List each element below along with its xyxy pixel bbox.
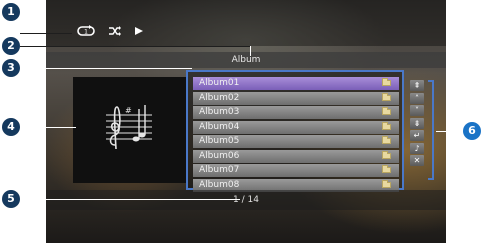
- return-button[interactable]: ↵: [410, 130, 424, 141]
- callout-line-2-drop: [250, 46, 251, 56]
- list-item[interactable]: Album03: [193, 106, 399, 119]
- callout-line-3: [20, 68, 192, 69]
- callout-badge-2: 2: [2, 37, 20, 55]
- page-title: Album: [231, 55, 261, 65]
- list-item[interactable]: Album07: [193, 164, 399, 177]
- album-list: Album01 Album02 Album03 Album04 Album05 …: [193, 77, 399, 193]
- callout-badge-1: 1: [2, 3, 20, 21]
- page-indicator: 1 / 14: [233, 195, 259, 205]
- list-item-label: Album01: [199, 78, 240, 88]
- play-icon: [134, 26, 144, 36]
- folder-icon: [382, 78, 391, 86]
- last-page-button[interactable]: ⇟: [410, 117, 424, 129]
- album-art-panel: #: [73, 77, 186, 183]
- folder-icon: [382, 92, 391, 101]
- callout-badge-5: 5: [2, 190, 20, 208]
- list-item[interactable]: Album01: [193, 77, 399, 90]
- callout-line-1: [20, 33, 72, 34]
- folder-icon: [382, 165, 391, 173]
- list-item-label: Album05: [199, 136, 240, 146]
- first-page-button[interactable]: ⇞: [410, 80, 424, 91]
- close-button[interactable]: ✕: [410, 155, 424, 166]
- callout-line-6: [436, 131, 466, 132]
- list-control-panel: ⇞ ˄ ˅ ⇟ ↵ ♪ ✕: [408, 80, 436, 180]
- callout-line-2: [20, 46, 250, 47]
- playback-status-icons: 1: [76, 24, 144, 38]
- album-list-frame: Album01 Album02 Album03 Album04 Album05 …: [186, 70, 404, 193]
- media-browser-screen: 1 Album # Album01 Album02 Album03 Album0…: [46, 0, 446, 243]
- page-down-button[interactable]: ˅: [410, 105, 424, 116]
- list-item-label: Album03: [199, 107, 240, 117]
- list-item[interactable]: Album06: [193, 149, 399, 163]
- folder-icon: [382, 121, 391, 130]
- top-bar: [46, 0, 446, 46]
- list-item-label: Album06: [199, 150, 240, 161]
- folder-icon: [382, 136, 391, 144]
- list-item-label: Album04: [199, 121, 240, 132]
- svg-text:1: 1: [84, 29, 88, 36]
- callout-line-4: [20, 127, 76, 128]
- list-item-label: Album08: [199, 179, 240, 190]
- shuffle-icon: [108, 25, 122, 37]
- page-up-button[interactable]: ˄: [410, 92, 424, 104]
- callout-line-5: [20, 199, 240, 200]
- control-panel-bracket: [428, 80, 434, 180]
- list-item-label: Album02: [199, 92, 240, 103]
- list-item[interactable]: Album05: [193, 135, 399, 148]
- svg-text:#: #: [125, 106, 132, 115]
- callout-badge-4: 4: [2, 118, 20, 136]
- folder-icon: [382, 150, 391, 159]
- callout-badge-3: 3: [2, 59, 20, 77]
- music-score-icon: #: [106, 101, 152, 155]
- now-playing-button[interactable]: ♪: [410, 142, 424, 154]
- callout-badge-6: 6: [463, 122, 481, 140]
- list-item[interactable]: Album02: [193, 91, 399, 105]
- repeat-icon: 1: [76, 25, 96, 37]
- folder-icon: [382, 107, 391, 115]
- list-item-label: Album07: [199, 165, 240, 175]
- list-item[interactable]: Album04: [193, 120, 399, 134]
- folder-icon: [382, 179, 391, 188]
